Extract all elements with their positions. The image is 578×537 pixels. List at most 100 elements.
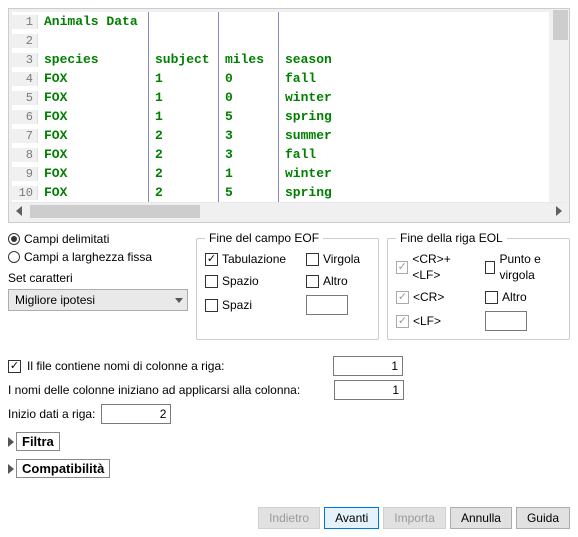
checkbox-label: <CR>: [413, 289, 444, 305]
checkbox-spaces[interactable]: Spazi: [205, 297, 296, 313]
preview-cell: winter: [278, 88, 348, 107]
preview-cell: fall: [278, 69, 348, 88]
checkbox-cr[interactable]: <CR>: [396, 289, 475, 305]
line-number: 6: [12, 110, 38, 124]
expander-label: Compatibilità: [16, 459, 110, 478]
next-button[interactable]: Avanti: [324, 507, 379, 529]
preview-cell: 3: [218, 126, 278, 145]
preview-cell: 3: [218, 145, 278, 164]
horizontal-scrollbar-thumb[interactable]: [30, 205, 200, 218]
preview-cell: [278, 12, 348, 31]
vertical-scrollbar[interactable]: [552, 9, 569, 204]
line-number: 3: [12, 53, 38, 67]
preview-cell: [148, 12, 218, 31]
preview-cell: 0: [218, 88, 278, 107]
radio-delimited-fields[interactable]: Campi delimitati: [8, 231, 188, 247]
checkbox-has-header[interactable]: [8, 360, 21, 373]
preview-cell: species: [38, 50, 148, 69]
eof-other-input[interactable]: [306, 295, 348, 315]
charset-label: Set caratteri: [8, 271, 188, 285]
checkbox-icon: [306, 253, 319, 266]
preview-cell: FOX: [38, 183, 148, 202]
checkbox-label: Punto e virgola: [499, 251, 561, 283]
radio-label: Campi delimitati: [24, 231, 109, 247]
line-number: 7: [12, 129, 38, 143]
preview-cell: spring: [278, 107, 348, 126]
preview-row: 9FOX21winter: [12, 164, 549, 183]
preview-cell: fall: [278, 145, 348, 164]
preview-cell: Animals Data: [38, 12, 148, 31]
header-row-input[interactable]: [333, 356, 403, 376]
preview-cell: FOX: [38, 69, 148, 88]
preview-cell: FOX: [38, 107, 148, 126]
eol-other-input[interactable]: [485, 311, 527, 331]
preview-cell: FOX: [38, 164, 148, 183]
checkbox-eol-other[interactable]: Altro: [485, 289, 561, 305]
eol-group: Fine della riga EOL <CR>+<LF> Punto e vi…: [387, 231, 570, 340]
checkbox-crlf[interactable]: <CR>+<LF>: [396, 251, 475, 283]
preview-cell: 5: [218, 183, 278, 202]
preview-cell: 1: [218, 164, 278, 183]
eof-group: Fine del campo EOF Tabulazione Virgola S…: [196, 231, 379, 340]
checkbox-tab[interactable]: Tabulazione: [205, 251, 296, 267]
expander-filter[interactable]: Filtra: [8, 432, 570, 451]
preview-cell: [278, 31, 348, 50]
preview-cell: miles: [218, 50, 278, 69]
radio-icon: [8, 251, 20, 263]
checkbox-comma[interactable]: Virgola: [306, 251, 370, 267]
radio-fixed-width-fields[interactable]: Campi a larghezza fissa: [8, 249, 188, 265]
horizontal-scrollbar[interactable]: [12, 202, 566, 219]
back-button[interactable]: Indietro: [258, 507, 320, 529]
preview-cell: [218, 12, 278, 31]
preview-row: 2: [12, 31, 549, 50]
cancel-button[interactable]: Annulla: [450, 507, 512, 529]
preview-cell: FOX: [38, 145, 148, 164]
column-start-input[interactable]: [334, 380, 404, 400]
checkbox-space[interactable]: Spazio: [205, 273, 296, 289]
checkbox-label: <LF>: [413, 313, 441, 329]
checkbox-eof-other[interactable]: Altro: [306, 273, 370, 289]
preview-row: 8FOX23fall: [12, 145, 549, 164]
preview-cell: summer: [278, 126, 348, 145]
preview-cell: FOX: [38, 126, 148, 145]
preview-cell: 1: [148, 107, 218, 126]
data-start-input[interactable]: [101, 404, 171, 424]
preview-cell: 2: [148, 126, 218, 145]
preview-cell: 2: [148, 145, 218, 164]
preview-cell: 2: [148, 164, 218, 183]
line-number: 8: [12, 148, 38, 162]
checkbox-icon: [396, 291, 409, 304]
checkbox-label: Altro: [502, 289, 527, 305]
checkbox-label: Virgola: [323, 251, 360, 267]
checkbox-icon: [485, 261, 495, 274]
charset-value: Migliore ipotesi: [15, 293, 95, 307]
data-start-label: Inizio dati a riga:: [8, 407, 95, 421]
eol-legend: Fine della riga EOL: [396, 231, 507, 245]
checkbox-icon: [396, 261, 408, 274]
line-number: 10: [12, 186, 38, 200]
preview-cell: 1: [148, 88, 218, 107]
triangle-right-icon: [8, 437, 14, 447]
checkbox-semicolon[interactable]: Punto e virgola: [485, 251, 561, 283]
chevron-down-icon: [175, 298, 183, 303]
charset-select[interactable]: Migliore ipotesi: [8, 289, 188, 311]
vertical-scrollbar-thumb[interactable]: [553, 10, 568, 40]
import-button[interactable]: Importa: [383, 507, 446, 529]
column-start-label: I nomi delle colonne iniziano ad applica…: [8, 383, 328, 397]
radio-icon: [8, 233, 20, 245]
eof-legend: Fine del campo EOF: [205, 231, 323, 245]
checkbox-lf[interactable]: <LF>: [396, 313, 475, 329]
help-button[interactable]: Guida: [516, 507, 570, 529]
checkbox-icon: [205, 253, 218, 266]
data-preview-grid[interactable]: 1Animals Data23speciessubjectmilesseason…: [12, 12, 549, 202]
checkbox-label: Spazio: [222, 273, 259, 289]
preview-cell: [148, 31, 218, 50]
preview-cell: 1: [148, 69, 218, 88]
line-number: 4: [12, 72, 38, 86]
expander-compatibility[interactable]: Compatibilità: [8, 459, 570, 478]
data-preview-panel: 1Animals Data23speciessubjectmilesseason…: [8, 8, 570, 223]
wizard-footer: Indietro Avanti Importa Annulla Guida: [258, 507, 570, 529]
checkbox-label: Altro: [323, 273, 348, 289]
preview-row: 5FOX10winter: [12, 88, 549, 107]
preview-cell: winter: [278, 164, 348, 183]
